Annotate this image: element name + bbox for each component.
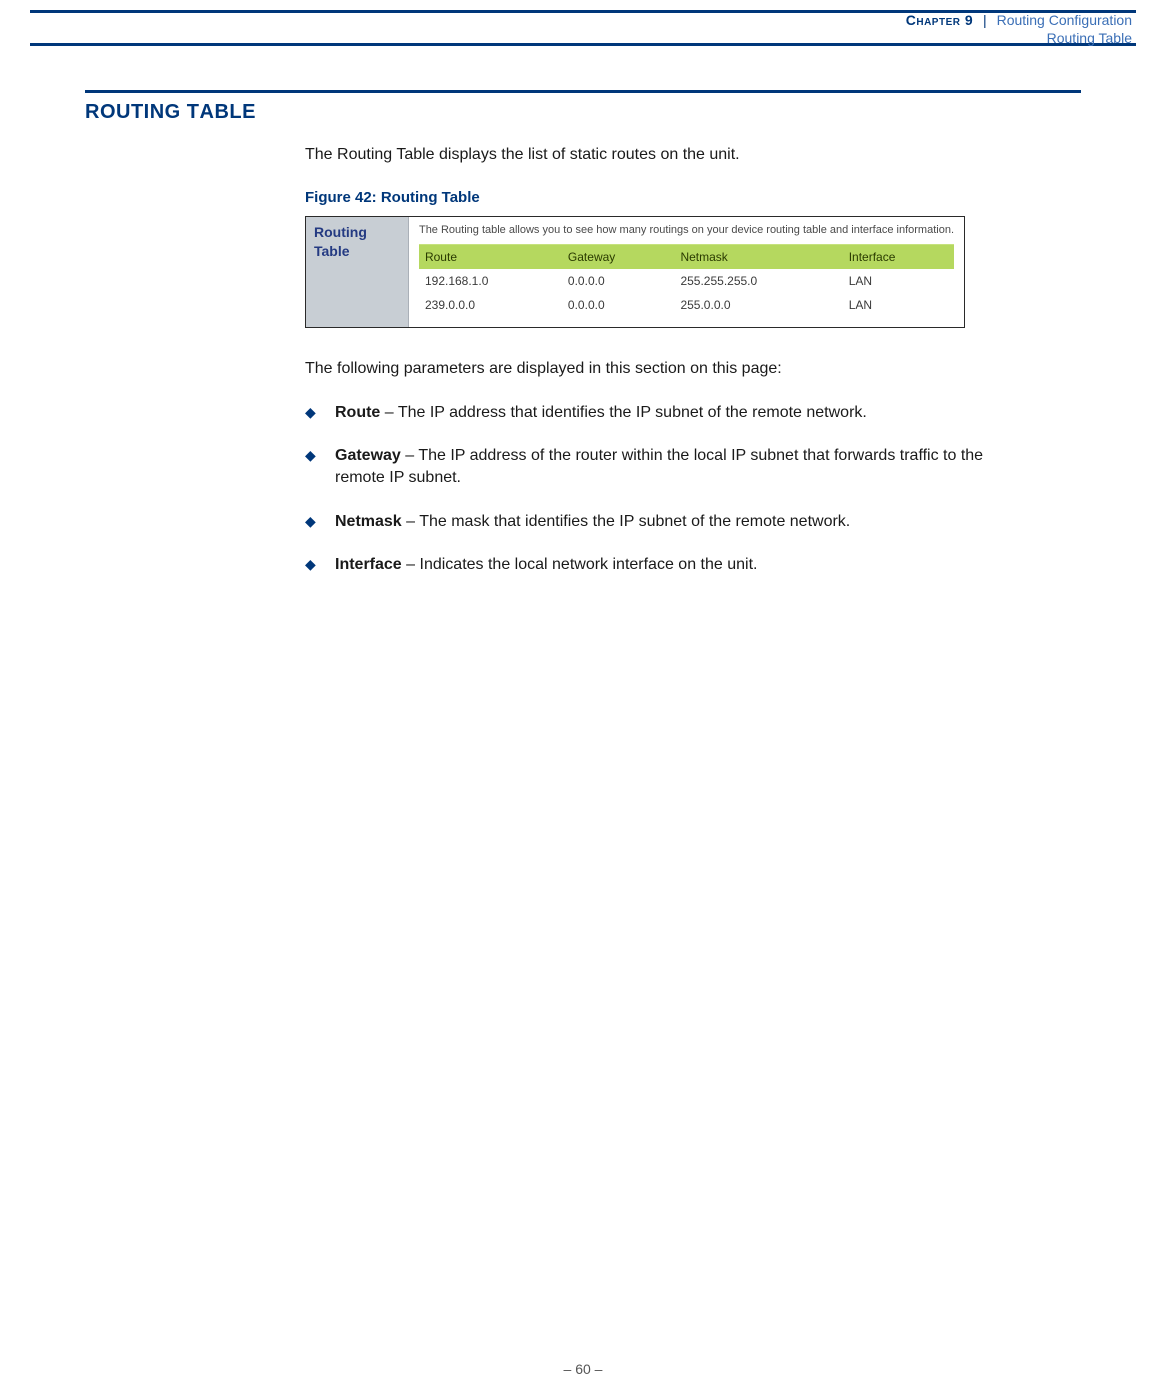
page-footer: – 60 – — [0, 1360, 1166, 1379]
routing-table: Route Gateway Netmask Interface 192.168.… — [419, 244, 954, 318]
parameter-list: Route – The IP address that identifies t… — [305, 402, 995, 576]
param-desc: – The IP address of the router within th… — [335, 447, 983, 486]
figure-routing-table: Routing Table The Routing table allows y… — [305, 216, 965, 328]
list-item: Interface – Indicates the local network … — [305, 554, 995, 576]
list-item: Gateway – The IP address of the router w… — [305, 445, 995, 488]
cell-gateway: 0.0.0.0 — [562, 293, 675, 317]
figure-side-title: Routing Table — [314, 223, 400, 261]
heading-part: ABLE — [200, 101, 256, 123]
list-item: Netmask – The mask that identifies the I… — [305, 511, 995, 533]
table-row: 239.0.0.0 0.0.0.0 255.0.0.0 LAN — [419, 293, 954, 317]
page-number: – 60 – — [564, 1361, 603, 1377]
param-term: Route — [335, 404, 380, 421]
params-intro: The following parameters are displayed i… — [305, 358, 995, 380]
col-interface: Interface — [843, 244, 954, 269]
param-desc: – The IP address that identifies the IP … — [380, 404, 867, 421]
param-desc: – Indicates the local network interface … — [402, 556, 758, 573]
param-term: Gateway — [335, 447, 401, 464]
cell-netmask: 255.255.255.0 — [674, 269, 842, 293]
cell-netmask: 255.0.0.0 — [674, 293, 842, 317]
cell-route: 239.0.0.0 — [419, 293, 562, 317]
page-body: ROUTING TABLE The Routing Table displays… — [85, 90, 1081, 598]
param-term: Netmask — [335, 513, 402, 530]
col-netmask: Netmask — [674, 244, 842, 269]
param-desc: – The mask that identifies the IP subnet… — [402, 513, 851, 530]
section-rule — [85, 90, 1081, 93]
intro-paragraph: The Routing Table displays the list of s… — [305, 144, 995, 166]
table-header-row: Route Gateway Netmask Interface — [419, 244, 954, 269]
header-breadcrumb: Routing Configuration — [997, 12, 1132, 28]
param-term: Interface — [335, 556, 402, 573]
table-row: 192.168.1.0 0.0.0.0 255.255.255.0 LAN — [419, 269, 954, 293]
header-text: Chapter 9 | Routing Configuration Routin… — [906, 10, 1136, 47]
figure-side-panel: Routing Table — [306, 217, 409, 327]
col-gateway: Gateway — [562, 244, 675, 269]
heading-part: R — [85, 101, 100, 123]
heading-part: T — [187, 101, 200, 123]
header-separator: | — [977, 12, 993, 28]
content-column: The Routing Table displays the list of s… — [305, 144, 995, 576]
cell-interface: LAN — [843, 293, 954, 317]
heading-part: OUTING — [100, 101, 181, 123]
header-subtitle: Routing Table — [906, 30, 1132, 48]
cell-route: 192.168.1.0 — [419, 269, 562, 293]
list-item: Route – The IP address that identifies t… — [305, 402, 995, 424]
col-route: Route — [419, 244, 562, 269]
section-heading: ROUTING TABLE — [85, 99, 1081, 126]
chapter-label: Chapter 9 — [906, 12, 973, 28]
cell-gateway: 0.0.0.0 — [562, 269, 675, 293]
figure-description: The Routing table allows you to see how … — [419, 223, 954, 238]
figure-caption: Figure 42: Routing Table — [305, 188, 995, 208]
figure-body: The Routing table allows you to see how … — [409, 217, 964, 327]
cell-interface: LAN — [843, 269, 954, 293]
